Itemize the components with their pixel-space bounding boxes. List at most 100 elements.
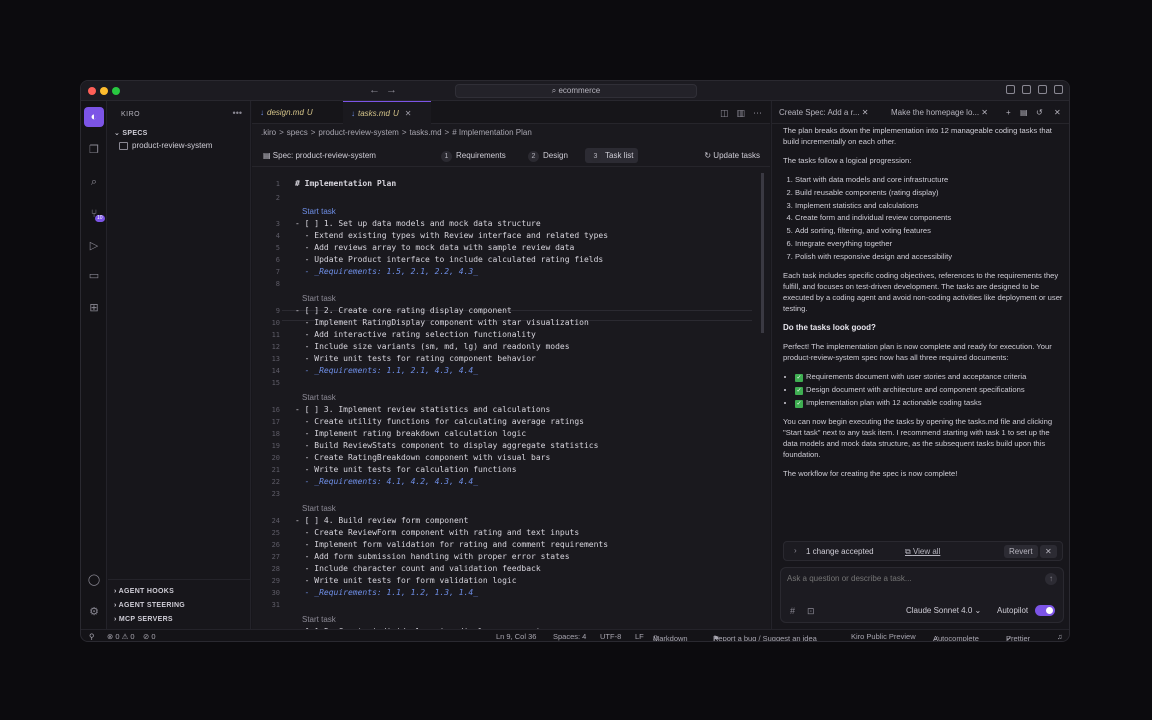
start-task-codelens[interactable]: Start task xyxy=(302,504,336,513)
explorer-icon[interactable]: ❐ xyxy=(87,143,101,157)
start-task-codelens[interactable]: Start task xyxy=(302,207,336,216)
more-actions-icon[interactable]: ⋯ xyxy=(753,108,762,119)
line-number: 22 xyxy=(271,478,280,486)
split-editor-icon[interactable]: ▥ xyxy=(736,108,745,119)
indentation[interactable]: Spaces: 4 xyxy=(553,632,586,641)
mcp-servers-section-header[interactable]: › MCP SERVERS xyxy=(114,616,173,623)
line-number: 9 xyxy=(275,307,280,315)
command-center-search[interactable]: ⌕ ecommerce xyxy=(455,84,697,98)
chat-layout-icon[interactable]: ▤ xyxy=(1020,108,1028,117)
account-icon[interactable]: ◯ xyxy=(87,573,101,587)
remote-icon[interactable]: ⚲ xyxy=(89,632,95,641)
chevron-right-icon[interactable]: › xyxy=(794,546,797,555)
back-arrow-icon[interactable]: ← xyxy=(369,84,380,96)
code-line: - [ ] 2. Create core rating display comp… xyxy=(295,306,512,315)
kiro-sidebar: KIRO ••• ⌄ SPECS product-review-system ›… xyxy=(108,101,251,629)
toggle-panel-icon[interactable] xyxy=(1038,85,1047,94)
close-panel-icon[interactable]: ✕ xyxy=(1054,108,1061,117)
source-control-icon[interactable]: ⑂ 10 xyxy=(87,207,105,222)
diff-icon: ⧉ xyxy=(905,547,913,556)
spec-file-icon xyxy=(119,141,128,150)
problems-indicator[interactable]: ⊗ 0 ⚠ 0 xyxy=(107,632,135,641)
agent-hooks-section-header[interactable]: › AGENT HOOKS xyxy=(114,588,174,595)
dismiss-button[interactable]: ✕ xyxy=(1040,545,1057,558)
step-task-list[interactable]: 3 Task list xyxy=(585,148,639,163)
line-number: 6 xyxy=(275,256,280,264)
extensions-icon[interactable]: ⊞ xyxy=(87,301,101,315)
close-tab-icon[interactable]: ✕ xyxy=(405,109,412,118)
maximize-window-button[interactable] xyxy=(112,87,120,95)
code-line: - Add form submission handling with prop… xyxy=(295,552,570,561)
tab-tasks-md[interactable]: ↓ tasks.md U ✕ xyxy=(343,101,431,124)
editor-area: ↓ design.md U ↓ tasks.md U ✕ ◫ ▥ ⋯ .kiro > spec… xyxy=(252,101,770,629)
code-line: - Write unit tests for calculation funct… xyxy=(295,465,517,474)
chevron-down-icon: ⌄ xyxy=(974,606,982,615)
line-number: 10 xyxy=(271,319,280,327)
update-tasks-button[interactable]: ↻ Update tasks xyxy=(704,151,760,160)
minimize-window-button[interactable] xyxy=(100,87,108,95)
chat-input[interactable] xyxy=(787,574,1027,583)
code-line: - Add reviews array to mock data with sa… xyxy=(295,243,575,252)
editor-tabs: ↓ design.md U ↓ tasks.md U ✕ ◫ ▥ ⋯ xyxy=(252,101,770,124)
toggle-secondary-sidebar-icon[interactable] xyxy=(1054,85,1063,94)
autopilot-toggle[interactable] xyxy=(1035,605,1055,616)
close-tab-icon[interactable]: ✕ xyxy=(981,108,988,117)
code-line: - Implement rating breakdown calculation… xyxy=(295,429,527,438)
line-number: 18 xyxy=(271,430,280,438)
editor-scrollbar[interactable] xyxy=(761,173,764,333)
chat-tab-homepage[interactable]: Make the homepage lo... ✕ xyxy=(891,108,988,117)
search-icon[interactable]: ⌕ xyxy=(87,175,101,189)
breadcrumb: .kiro > specs > product-review-system > tasks.… xyxy=(261,128,532,137)
line-number: 11 xyxy=(271,331,280,339)
preview-label[interactable]: Kiro Public Preview xyxy=(851,632,916,641)
open-preview-icon[interactable]: ◫ xyxy=(720,108,729,119)
line-number: 12 xyxy=(271,343,280,351)
toggle-sidebar-icon[interactable] xyxy=(1022,85,1031,94)
line-number: 7 xyxy=(275,268,280,276)
code-line: # Implementation Plan xyxy=(295,179,397,188)
close-tab-icon[interactable]: ✕ xyxy=(862,108,869,117)
line-number: 30 xyxy=(271,589,280,597)
spec-item-product-review-system[interactable]: product-review-system xyxy=(119,141,212,150)
chat-input-box: ↑ # ⊡ Claude Sonnet 4.0 ⌄ Autopilot xyxy=(780,567,1064,623)
chat-tab-create-spec[interactable]: Create Spec: Add a r... ✕ xyxy=(779,108,868,117)
ports-indicator[interactable]: ⊘ 0 xyxy=(143,632,156,641)
step-design[interactable]: 2 Design xyxy=(523,148,573,163)
start-task-codelens[interactable]: Start task xyxy=(302,393,336,402)
specs-section-header[interactable]: ⌄ SPECS xyxy=(114,129,148,137)
history-icon[interactable]: ↺ xyxy=(1036,108,1043,117)
kiro-ghost-icon[interactable]: ◐ xyxy=(84,107,104,127)
encoding[interactable]: UTF-8 xyxy=(600,632,621,641)
run-debug-icon[interactable]: ▷ xyxy=(87,239,101,253)
sidebar-more-icon[interactable]: ••• xyxy=(233,108,242,118)
chat-panel: Create Spec: Add a r... ✕ Make the homep… xyxy=(771,101,1069,629)
code-line: - Build ReviewStats component to display… xyxy=(295,441,599,450)
model-selector[interactable]: Claude Sonnet 4.0 ⌄ xyxy=(906,606,981,615)
forward-arrow-icon[interactable]: → xyxy=(386,84,397,96)
send-arrow-icon[interactable]: ↑ xyxy=(1045,573,1057,585)
notifications-bell-icon[interactable]: ♫ xyxy=(1057,632,1063,641)
line-number: 8 xyxy=(275,280,280,288)
settings-gear-icon[interactable]: ⚙ xyxy=(87,605,101,619)
line-number: 19 xyxy=(271,442,280,450)
attach-image-icon[interactable]: ⊡ xyxy=(807,606,815,617)
code-editor[interactable]: Start task Start task Start task Start task… xyxy=(252,173,770,629)
view-all-link[interactable]: ⧉ View all xyxy=(905,547,940,557)
new-chat-icon[interactable]: + xyxy=(1006,108,1011,117)
spec-icon: ▤ xyxy=(263,151,273,160)
revert-button[interactable]: Revert xyxy=(1004,545,1038,558)
start-task-codelens[interactable]: Start task xyxy=(302,615,336,624)
line-number: 26 xyxy=(271,541,280,549)
tab-design-md[interactable]: ↓ design.md U xyxy=(252,101,342,124)
start-task-codelens[interactable]: Start task xyxy=(302,294,336,303)
remote-explorer-icon[interactable]: ▭ xyxy=(87,269,101,283)
code-line: - [ ] 1. Set up data models and mock dat… xyxy=(295,219,541,228)
end-of-line[interactable]: LF xyxy=(635,632,644,641)
context-hash-icon[interactable]: # xyxy=(790,606,795,616)
agent-steering-section-header[interactable]: › AGENT STEERING xyxy=(114,602,185,609)
layout-icon[interactable] xyxy=(1006,85,1015,94)
cursor-position[interactable]: Ln 9, Col 36 xyxy=(496,632,536,641)
close-window-button[interactable] xyxy=(88,87,96,95)
line-number: 29 xyxy=(271,577,280,585)
step-requirements[interactable]: 1 Requirements xyxy=(436,148,511,163)
